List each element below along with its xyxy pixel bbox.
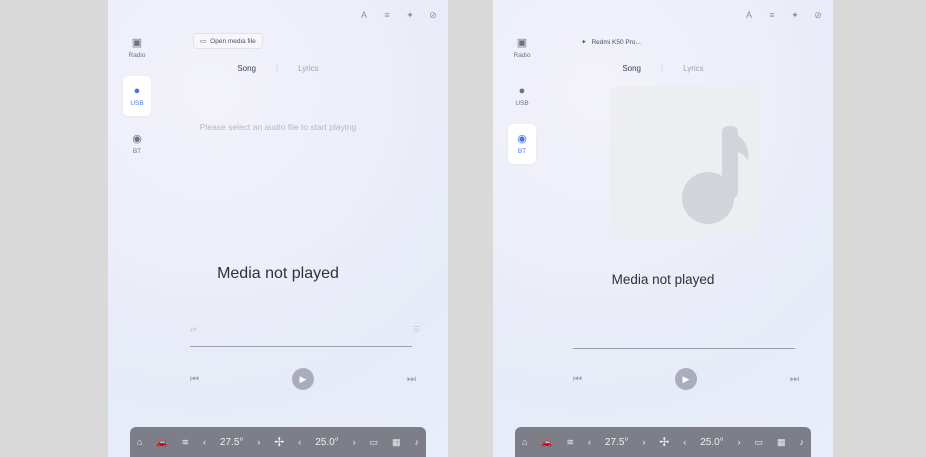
climate-dock: ⌂ 🚗 ≋ ‹ 27.5° › ✢ ‹ 25.0° › ▭ ▦ ♪ xyxy=(515,427,811,457)
play-icon: ▶ xyxy=(299,373,307,384)
playback-options: ⇄ ☰ xyxy=(190,325,420,334)
climate-dock: ⌂ 🚗 ≋ ‹ 27.5° › ✢ ‹ 25.0° › ▭ ▦ ♪ xyxy=(130,427,426,457)
album-art-placeholder xyxy=(610,86,758,236)
bluetooth-icon: ◉ xyxy=(132,133,142,145)
tab-lyrics[interactable]: Lyrics xyxy=(298,64,319,73)
status-bar: A ≡ ✦ ⊘ xyxy=(359,10,438,21)
temp-left: 27.5° xyxy=(604,436,629,448)
temp-left: 27.5° xyxy=(219,436,244,448)
rear-defrost-icon[interactable]: ▭ xyxy=(755,437,764,448)
signal-icon: ≡ xyxy=(384,10,390,20)
sidebar-item-label: BT xyxy=(517,148,527,155)
defrost-icon[interactable]: ≋ xyxy=(567,437,575,448)
tab-lyrics[interactable]: Lyrics xyxy=(683,64,704,73)
bluetooth-icon: ◉ xyxy=(517,133,527,145)
radio-icon: ▣ xyxy=(131,37,143,49)
empty-state-text: Please select an audio file to start pla… xyxy=(199,122,357,132)
playlist-icon[interactable]: ☰ xyxy=(413,325,420,334)
radio-icon: ▣ xyxy=(516,37,528,49)
playback-controls: ⏮ ▶ ⏭ xyxy=(190,368,416,390)
playback-controls: ⏮ ▶ ⏭ xyxy=(573,368,799,390)
tab-separator: | xyxy=(276,64,279,73)
temp-left-increase-icon[interactable]: › xyxy=(642,437,645,447)
home-icon[interactable]: ⌂ xyxy=(522,437,527,447)
sidebar-item-label: Radio xyxy=(513,52,531,59)
connected-device[interactable]: ✦ Redmi K50 Pro... xyxy=(581,38,641,47)
bluetooth-icon: ✦ xyxy=(406,10,414,20)
play-button[interactable]: ▶ xyxy=(675,368,697,390)
play-icon: ▶ xyxy=(682,373,690,384)
sidebar-item-bt[interactable]: ◉ BT xyxy=(508,124,536,164)
sidebar-item-usb[interactable]: ● USB xyxy=(123,76,151,116)
media-screen-usb: A ≡ ✦ ⊘ ▣ Radio ● USB ◉ BT ▭ Open media … xyxy=(108,0,448,457)
sidebar-item-label: BT xyxy=(132,148,142,155)
apps-grid-icon[interactable]: ▦ xyxy=(777,437,786,448)
sidebar-item-label: USB xyxy=(515,100,529,107)
media-screen-bt: A ≡ ✦ ⊘ ▣ Radio ● USB ◉ BT ✦ Redmi K50 P… xyxy=(493,0,833,457)
repeat-icon[interactable]: ⇄ xyxy=(190,325,197,334)
music-note-icon[interactable]: ♪ xyxy=(799,437,804,447)
temp-left-decrease-icon[interactable]: ‹ xyxy=(203,437,206,447)
temp-right-increase-icon[interactable]: › xyxy=(353,437,356,447)
source-sidebar: ▣ Radio ● USB ◉ BT xyxy=(508,28,538,172)
tab-separator: | xyxy=(661,64,664,73)
home-icon[interactable]: ⌂ xyxy=(137,437,142,447)
device-name: Redmi K50 Pro... xyxy=(591,38,641,46)
play-button[interactable]: ▶ xyxy=(292,368,314,390)
sidebar-item-label: Radio xyxy=(128,52,146,59)
sidebar-item-radio[interactable]: ▣ Radio xyxy=(508,28,536,68)
car-icon[interactable]: 🚗 xyxy=(541,437,552,448)
temp-right-decrease-icon[interactable]: ‹ xyxy=(683,437,686,447)
previous-icon[interactable]: ⏮ xyxy=(573,374,582,385)
signal-icon: ≡ xyxy=(769,10,775,20)
tab-song[interactable]: Song xyxy=(622,64,641,73)
folder-icon: ▭ xyxy=(200,38,207,45)
temp-right: 25.0° xyxy=(315,436,339,448)
mouse-icon: ● xyxy=(133,85,141,97)
sidebar-item-radio[interactable]: ▣ Radio xyxy=(123,28,151,68)
status-bar: A ≡ ✦ ⊘ xyxy=(744,10,823,21)
now-playing-title: Media not played xyxy=(217,265,339,282)
wifi-icon: ⊘ xyxy=(429,10,437,20)
open-media-file-button[interactable]: ▭ Open media file xyxy=(193,33,263,49)
defrost-icon[interactable]: ≋ xyxy=(182,437,190,448)
content-tabs: Song | Lyrics xyxy=(108,64,448,73)
mouse-icon: ● xyxy=(518,85,526,97)
music-note-icon xyxy=(682,126,749,224)
car-icon[interactable]: 🚗 xyxy=(156,437,167,448)
bluetooth-icon: ✦ xyxy=(581,39,587,46)
previous-icon[interactable]: ⏮ xyxy=(190,374,199,385)
next-icon[interactable]: ⏭ xyxy=(407,374,416,385)
profile-icon: A xyxy=(745,10,752,20)
sidebar-item-usb[interactable]: ● USB xyxy=(508,76,536,116)
fan-icon[interactable]: ✢ xyxy=(659,435,669,449)
fan-icon[interactable]: ✢ xyxy=(274,435,284,449)
temp-left-increase-icon[interactable]: › xyxy=(257,437,260,447)
temp-right-decrease-icon[interactable]: ‹ xyxy=(298,437,301,447)
temp-left-decrease-icon[interactable]: ‹ xyxy=(588,437,591,447)
progress-bar[interactable] xyxy=(190,346,412,347)
progress-bar[interactable] xyxy=(573,348,795,349)
temp-right-increase-icon[interactable]: › xyxy=(738,437,741,447)
wifi-icon: ⊘ xyxy=(814,10,822,20)
tab-song[interactable]: Song xyxy=(237,64,256,73)
apps-grid-icon[interactable]: ▦ xyxy=(392,437,401,448)
content-tabs: Song | Lyrics xyxy=(493,64,833,73)
next-icon[interactable]: ⏭ xyxy=(790,374,799,385)
temp-right: 25.0° xyxy=(700,436,724,448)
sidebar-item-label: USB xyxy=(130,100,144,107)
open-media-file-label: Open media file xyxy=(210,37,256,45)
music-note-icon[interactable]: ♪ xyxy=(414,437,419,447)
source-sidebar: ▣ Radio ● USB ◉ BT xyxy=(123,28,153,172)
rear-defrost-icon[interactable]: ▭ xyxy=(370,437,379,448)
bluetooth-icon: ✦ xyxy=(791,10,799,20)
now-playing-title: Media not played xyxy=(611,272,715,287)
profile-icon: A xyxy=(360,10,367,20)
